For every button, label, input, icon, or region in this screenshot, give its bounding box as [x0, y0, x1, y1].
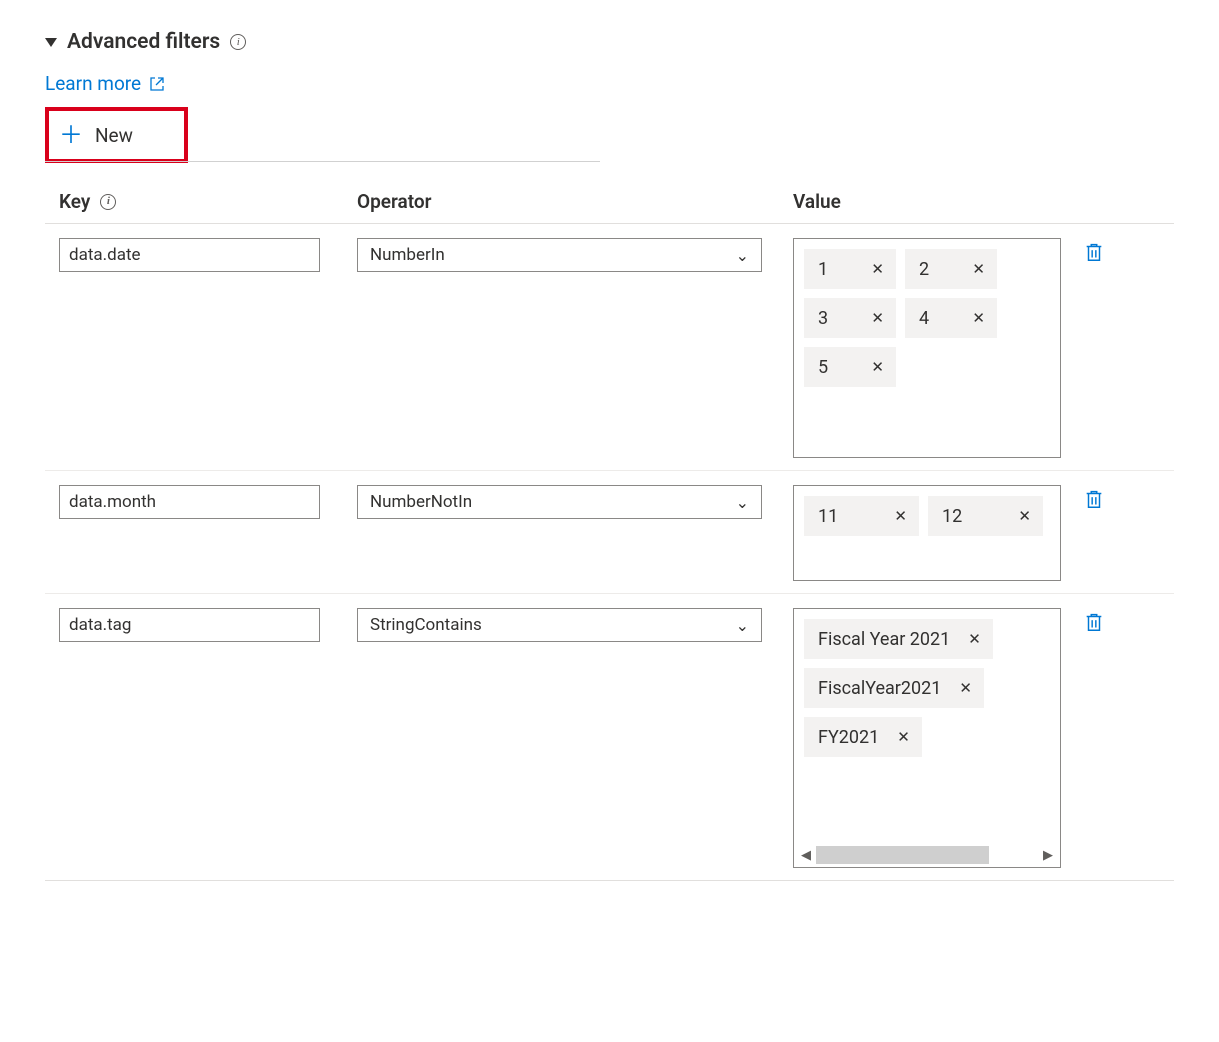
filter-row: StringContains ⌄ Fiscal Year 2021✕ Fisca…	[45, 594, 1174, 881]
chevron-down-icon: ⌄	[736, 616, 749, 635]
value-chip-box[interactable]: Fiscal Year 2021✕ FiscalYear2021✕ FY2021…	[793, 608, 1061, 868]
header-value: Value	[793, 190, 1174, 213]
scroll-track[interactable]	[816, 846, 1038, 864]
key-input[interactable]	[59, 608, 320, 642]
section-title: Advanced filters	[67, 30, 220, 54]
collapse-toggle-icon[interactable]	[45, 38, 57, 47]
column-headers: Key i Operator Value	[45, 176, 1174, 224]
new-button[interactable]: ＋ New	[49, 123, 184, 147]
remove-chip-icon[interactable]: ✕	[972, 309, 985, 327]
learn-more-label: Learn more	[45, 72, 141, 95]
operator-select[interactable]: StringContains ⌄	[357, 608, 762, 642]
scroll-left-icon[interactable]: ◀	[796, 848, 816, 863]
remove-chip-icon[interactable]: ✕	[968, 630, 981, 648]
info-icon[interactable]: i	[230, 34, 246, 50]
section-header: Advanced filters i	[45, 30, 1174, 54]
remove-chip-icon[interactable]: ✕	[871, 309, 884, 327]
value-chip: 2✕	[905, 249, 997, 289]
horizontal-scrollbar[interactable]: ◀ ▶	[796, 845, 1058, 865]
header-value-label: Value	[793, 190, 841, 213]
value-chip: 1✕	[804, 249, 896, 289]
remove-chip-icon[interactable]: ✕	[894, 507, 907, 525]
learn-more-link[interactable]: Learn more	[45, 72, 165, 95]
value-chip: 5✕	[804, 347, 896, 387]
value-chip: FiscalYear2021✕	[804, 668, 984, 708]
value-chip: 4✕	[905, 298, 997, 338]
header-operator-label: Operator	[357, 190, 431, 213]
operator-value: StringContains	[370, 615, 482, 635]
plus-icon: ＋	[59, 123, 83, 147]
header-key: Key i	[59, 190, 357, 213]
remove-chip-icon[interactable]: ✕	[959, 679, 972, 697]
header-key-label: Key	[59, 190, 90, 213]
delete-row-button[interactable]	[1083, 240, 1105, 264]
scroll-right-icon[interactable]: ▶	[1038, 848, 1058, 863]
key-input[interactable]	[59, 238, 320, 272]
scroll-thumb[interactable]	[816, 846, 989, 864]
remove-chip-icon[interactable]: ✕	[972, 260, 985, 278]
operator-value: NumberIn	[370, 245, 445, 265]
info-icon[interactable]: i	[100, 194, 116, 210]
remove-chip-icon[interactable]: ✕	[871, 358, 884, 376]
value-chip: 3✕	[804, 298, 896, 338]
operator-select[interactable]: NumberNotIn ⌄	[357, 485, 762, 519]
delete-row-button[interactable]	[1083, 487, 1105, 511]
filter-row: NumberNotIn ⌄ 11✕ 12✕	[45, 471, 1174, 594]
key-input[interactable]	[59, 485, 320, 519]
operator-select[interactable]: NumberIn ⌄	[357, 238, 762, 272]
remove-chip-icon[interactable]: ✕	[1018, 507, 1031, 525]
value-chip-box[interactable]: 11✕ 12✕	[793, 485, 1061, 581]
toolbar-divider	[45, 161, 600, 162]
remove-chip-icon[interactable]: ✕	[871, 260, 884, 278]
chevron-down-icon: ⌄	[736, 493, 749, 512]
value-chip: 12✕	[928, 496, 1043, 536]
value-chip-box[interactable]: 1✕ 2✕ 3✕ 4✕ 5✕	[793, 238, 1061, 458]
highlight-annotation: ＋ New	[45, 107, 188, 163]
new-button-label: New	[95, 124, 133, 147]
remove-chip-icon[interactable]: ✕	[897, 728, 910, 746]
chevron-down-icon: ⌄	[736, 246, 749, 265]
filter-row: NumberIn ⌄ 1✕ 2✕ 3✕ 4✕ 5✕	[45, 224, 1174, 471]
external-link-icon	[149, 76, 165, 92]
value-chip: Fiscal Year 2021✕	[804, 619, 993, 659]
delete-row-button[interactable]	[1083, 610, 1105, 634]
value-chip: 11✕	[804, 496, 919, 536]
operator-value: NumberNotIn	[370, 492, 472, 512]
value-chip: FY2021✕	[804, 717, 922, 757]
header-operator: Operator	[357, 190, 793, 213]
